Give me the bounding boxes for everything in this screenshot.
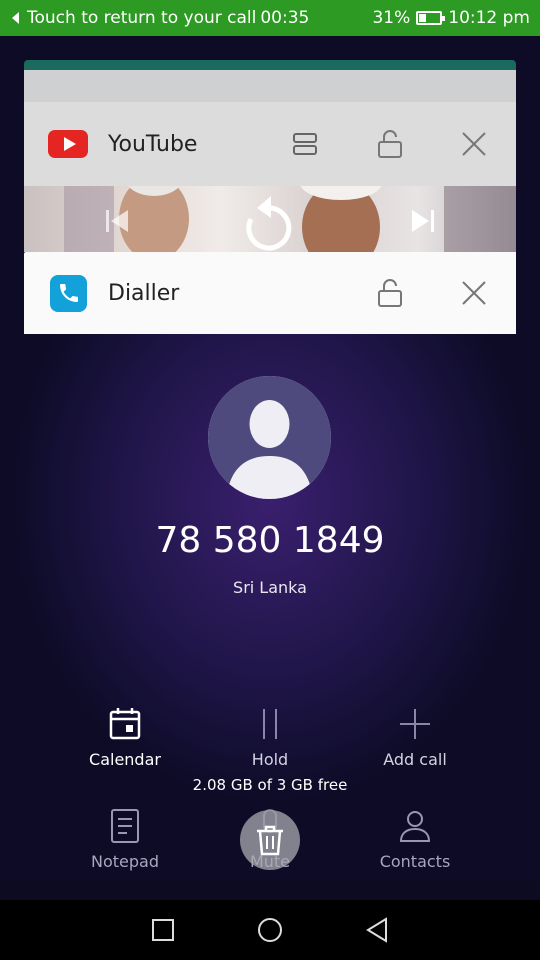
unlock-icon[interactable] <box>365 252 415 334</box>
add-call-label: Add call <box>383 750 447 769</box>
status-bar[interactable]: Touch to return to your call 00:35 31% 1… <box>0 0 540 36</box>
replay-icon <box>246 196 292 251</box>
add-call-button[interactable]: Add call <box>350 704 480 769</box>
contacts-label: Contacts <box>379 852 451 871</box>
back-triangle-icon[interactable] <box>365 917 389 943</box>
caller-location: Sri Lanka <box>233 578 307 597</box>
hold-button[interactable]: Hold <box>205 704 335 769</box>
plus-icon <box>350 704 480 744</box>
calendar-button[interactable]: Calendar <box>60 704 190 769</box>
stacked-card-edge <box>24 70 516 104</box>
notepad-label: Notepad <box>91 852 159 871</box>
dialler-card-header[interactable]: Dialler <box>24 252 516 334</box>
youtube-thumbnail[interactable] <box>24 186 516 252</box>
navigation-bar <box>0 900 540 960</box>
calendar-label: Calendar <box>89 750 161 769</box>
person-icon <box>350 806 480 846</box>
previous-icon <box>106 210 128 232</box>
youtube-logo-icon <box>48 130 88 158</box>
unlock-icon[interactable] <box>365 102 415 186</box>
memory-status: 2.08 GB of 3 GB free <box>192 776 348 794</box>
home-circle-icon[interactable] <box>256 916 284 944</box>
call-timer: 00:35 <box>260 8 310 28</box>
clear-all-button[interactable] <box>240 810 300 870</box>
notepad-icon <box>60 806 190 846</box>
calendar-icon <box>60 704 190 744</box>
pause-icon <box>205 704 335 744</box>
youtube-card-header[interactable]: YouTube <box>24 102 516 186</box>
return-to-call-banner[interactable]: Touch to return to your call 00:35 <box>12 8 372 28</box>
trash-icon <box>257 825 283 856</box>
contact-avatar <box>208 376 331 499</box>
battery-icon <box>416 11 446 25</box>
contacts-button[interactable]: Contacts <box>350 806 480 871</box>
recents-square-icon[interactable] <box>151 918 175 942</box>
call-text: Touch to return to your call <box>27 8 257 28</box>
battery-percent: 31% <box>372 8 411 28</box>
close-icon[interactable] <box>449 102 499 186</box>
next-icon <box>412 210 434 232</box>
split-screen-icon[interactable] <box>280 102 330 186</box>
back-arrow-icon <box>12 12 19 24</box>
clock: 10:12 pm <box>448 8 530 28</box>
phone-app-icon <box>50 274 87 312</box>
close-icon[interactable] <box>449 252 499 334</box>
caller-phone-number: 78 580 1849 <box>155 520 385 561</box>
notepad-button[interactable]: Notepad <box>60 806 190 871</box>
dialler-call-screen[interactable]: 78 580 1849 Sri Lanka Calendar Hold Add … <box>24 334 516 880</box>
hold-label: Hold <box>251 750 289 769</box>
